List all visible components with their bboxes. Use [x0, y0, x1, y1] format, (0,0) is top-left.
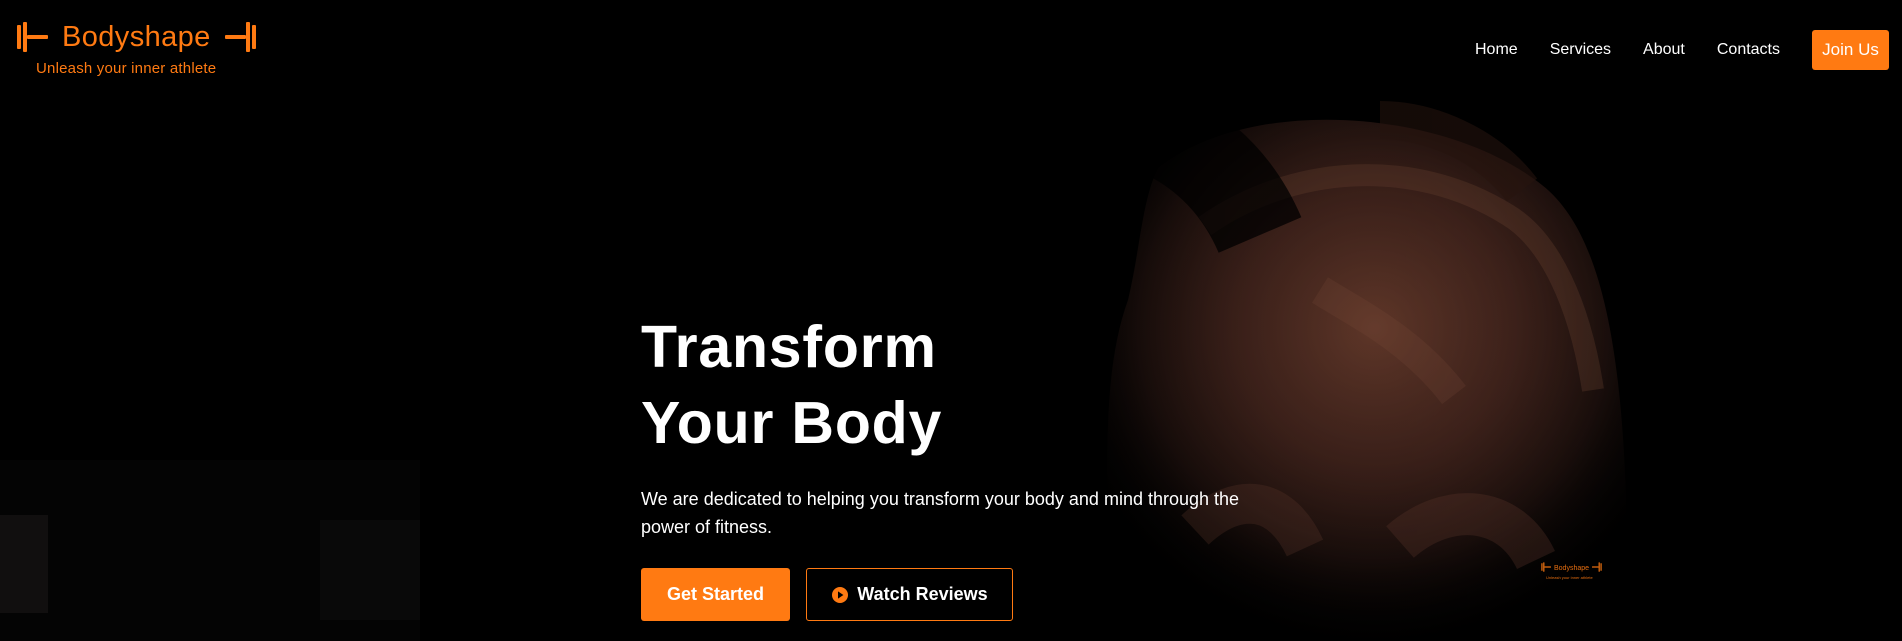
top-border [0, 0, 1902, 2]
hero-title: Transform Your Body [641, 309, 1291, 461]
watermark-dumbbell-left-icon [1541, 562, 1551, 574]
nav-about-link[interactable]: About [1643, 41, 1685, 59]
get-started-button[interactable]: Get Started [641, 568, 790, 621]
watermark-brand-row: Bodyshape [1541, 562, 1625, 574]
watermark-logo: Bodyshape Unleash your inner athlete [1541, 562, 1625, 589]
play-circle-icon [831, 586, 849, 604]
brand-tagline: Unleash your inner athlete [36, 60, 217, 77]
brand-row: Bodyshape [14, 18, 276, 56]
watermark-tagline: Unleash your inner athlete [1546, 575, 1593, 580]
brand-logo[interactable]: Bodyshape Unleash your inner athlete [14, 18, 276, 80]
nav-services-link[interactable]: Services [1550, 41, 1611, 59]
dumbbell-left-icon [14, 19, 50, 55]
hero-description: We are dedicated to helping you transfor… [641, 489, 1240, 537]
landing-page: Bodyshape Unleash your inner athlete Hom… [0, 0, 1902, 641]
watermark-brand-name: Bodyshape [1554, 564, 1590, 572]
hero-actions: Get Started Watch Reviews [641, 568, 1291, 621]
brand-name: Bodyshape [62, 20, 211, 53]
dumbbell-right-icon [223, 19, 259, 55]
nav-home-link[interactable]: Home [1475, 41, 1518, 59]
main-navigation: Home Services About Contacts Join Us [1475, 30, 1889, 70]
hero-content: Transform Your Body We are dedicated to … [641, 309, 1291, 621]
watermark-dumbbell-right-icon [1592, 562, 1602, 574]
watch-reviews-button[interactable]: Watch Reviews [806, 568, 1013, 621]
hero-title-line-1: Transform [641, 314, 937, 380]
watch-reviews-label: Watch Reviews [857, 584, 988, 604]
nav-contacts-link[interactable]: Contacts [1717, 41, 1780, 59]
join-us-button[interactable]: Join Us [1812, 30, 1889, 70]
hero-title-line-2: Your Body [641, 390, 943, 456]
